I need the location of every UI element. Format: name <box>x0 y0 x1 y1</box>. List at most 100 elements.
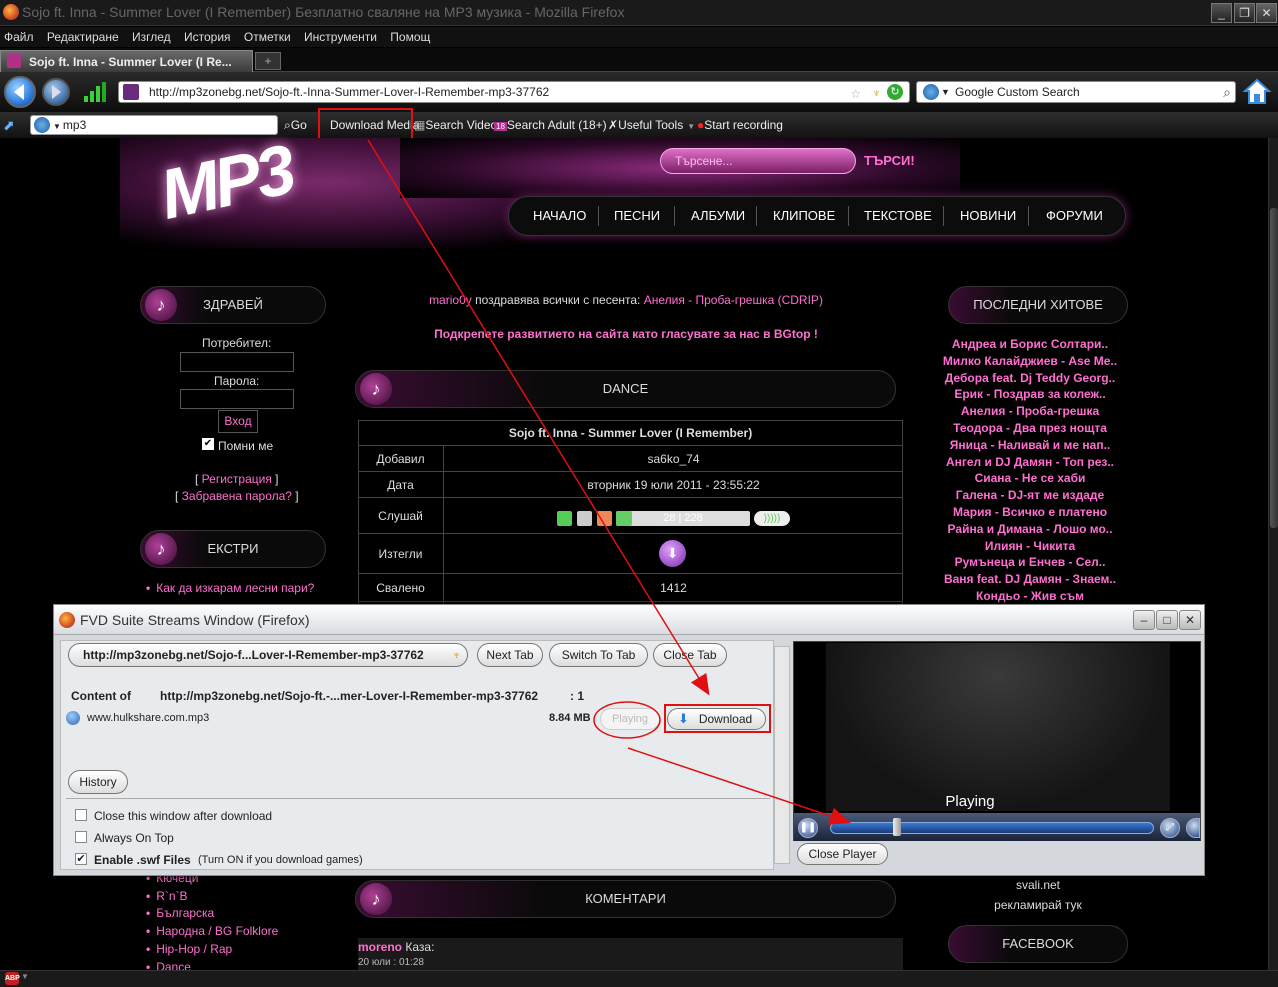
bookmark-star-icon[interactable]: ☆ <box>850 84 861 104</box>
next-tab-button[interactable]: Next Tab <box>477 643 543 667</box>
hit-link[interactable]: Ангел и DJ Дамян - Топ рез.. <box>935 455 1125 469</box>
category-link[interactable]: • Народна / BG Folklore <box>146 924 278 938</box>
fvd-toolbar-icon[interactable]: ♆ <box>872 83 881 103</box>
extras-link[interactable]: • Как да изкарам лесни пари? <box>146 581 314 595</box>
back-button[interactable] <box>4 76 36 108</box>
nav-albums[interactable]: АЛБУМИ <box>691 196 745 236</box>
hit-link[interactable]: Теодора - Два през нощта <box>935 421 1125 435</box>
toolbar-go-button[interactable]: ⌕Go <box>284 112 307 138</box>
fvd-minimize-button[interactable]: – <box>1133 610 1155 630</box>
close-tab-button[interactable]: Close Tab <box>653 643 727 667</box>
minimize-button[interactable]: _ <box>1211 3 1232 23</box>
playing-button[interactable]: Playing <box>600 708 660 730</box>
menu-help[interactable]: Помощ <box>390 30 430 44</box>
fvd-close-button[interactable]: ✕ <box>1179 610 1201 630</box>
maximize-button[interactable]: ❐ <box>1234 3 1255 23</box>
history-button[interactable]: History <box>68 770 128 794</box>
remember-checkbox[interactable]: ✔ <box>202 438 214 450</box>
toolbar-search-input[interactable]: ▼ mp3 <box>30 115 278 135</box>
play-icon[interactable] <box>557 511 572 526</box>
nav-home[interactable]: НАЧАЛО <box>533 196 586 236</box>
menu-tools[interactable]: Инструменти <box>304 30 377 44</box>
home-button[interactable] <box>1242 76 1272 106</box>
player-fullscreen-button[interactable]: ⤢ <box>1160 818 1180 838</box>
password-input[interactable] <box>180 389 294 409</box>
hit-link[interactable]: Дебора feat. Dj Teddy Georg.. <box>935 371 1125 385</box>
hit-link[interactable]: Кондьо - Жив съм <box>935 589 1125 603</box>
nav-videos[interactable]: КЛИПОВЕ <box>773 196 835 236</box>
menu-view[interactable]: Изглед <box>132 30 171 44</box>
hit-link[interactable]: Мария - Всичко е платено <box>935 505 1125 519</box>
search-video-button[interactable]: ▦Search Video <box>414 112 497 138</box>
close-player-button[interactable]: Close Player <box>797 843 888 865</box>
new-tab-button[interactable]: + <box>255 52 281 70</box>
svali-link[interactable]: svali.net <box>980 878 1096 892</box>
menu-edit[interactable]: Редактиране <box>47 30 119 44</box>
always-on-top-checkbox[interactable] <box>75 831 87 843</box>
forward-button[interactable] <box>42 78 70 106</box>
search-engine-box[interactable]: ▼ Google Custom Search ⌕ <box>916 81 1236 103</box>
song-progress-bar[interactable]: 28 | 228 <box>616 511 750 526</box>
hit-link[interactable]: Андреа и Борис Солтари.. <box>935 337 1125 351</box>
close-after-download-checkbox[interactable] <box>75 809 87 821</box>
category-link[interactable]: • Dance <box>146 960 191 970</box>
player-seek-handle[interactable] <box>893 818 901 836</box>
nav-lyrics[interactable]: ТЕКСТОВЕ <box>864 196 932 236</box>
nav-news[interactable]: НОВИНИ <box>960 196 1016 236</box>
hit-link[interactable]: Галена - DJ-ят ме издаде <box>935 488 1125 502</box>
category-link[interactable]: • Българска <box>146 906 214 920</box>
hit-link[interactable]: Сиана - Не се хаби <box>935 471 1125 485</box>
hit-link[interactable]: Ваня feat. DJ Дамян - Знаем.. <box>935 572 1125 586</box>
scrollbar-thumb[interactable] <box>1270 208 1278 528</box>
fvd-url-field[interactable]: http://mp3zonebg.net/Sojo-f...Lover-I-Re… <box>68 643 468 667</box>
hit-link[interactable]: Яница - Наливай и ме нап.. <box>935 438 1125 452</box>
greeting-song-link[interactable]: Анелия - Проба-грешка (CDRIP) <box>644 293 823 307</box>
fvd-maximize-button[interactable]: □ <box>1156 610 1178 630</box>
player-pause-button[interactable]: ❚❚ <box>798 818 818 838</box>
advertise-link[interactable]: рекламирай тук <box>975 898 1101 912</box>
hit-link[interactable]: Румънеца и Енчев - Сел.. <box>935 555 1125 569</box>
uploader-link[interactable]: sa6ko_74 <box>444 452 903 466</box>
useful-tools-button[interactable]: ✗Useful Tools ▼ <box>608 112 695 138</box>
site-search-input[interactable]: Търсене... <box>660 148 856 174</box>
switch-to-tab-button[interactable]: Switch To Tab <box>549 643 648 667</box>
login-button[interactable]: Вход <box>218 410 258 433</box>
hit-link[interactable]: Анелия - Проба-грешка <box>935 404 1125 418</box>
stop-icon[interactable] <box>597 511 612 526</box>
username-input[interactable] <box>180 352 294 372</box>
support-link[interactable]: Подкрепете развитието на сайта като глас… <box>356 327 896 341</box>
search-adult-button[interactable]: 18 Search Adult (18+) <box>494 112 607 138</box>
search-icon[interactable]: ⌕ <box>1223 82 1231 102</box>
player-seek-bar[interactable] <box>830 822 1154 834</box>
address-bar[interactable]: http://mp3zonebg.net/Sojo-ft.-Inna-Summe… <box>118 81 910 103</box>
menu-file[interactable]: Файл <box>4 30 34 44</box>
adblock-icon[interactable]: ABP <box>5 972 20 985</box>
menu-bookmarks[interactable]: Отметки <box>244 30 291 44</box>
enable-swf-checkbox[interactable]: ✔ <box>75 853 87 865</box>
register-link[interactable]: Регистрация <box>202 472 272 486</box>
nav-forums[interactable]: ФОРУМИ <box>1046 196 1103 236</box>
chevron-down-icon[interactable]: ▼ <box>21 972 29 981</box>
download-button[interactable]: ⬇ Download <box>667 708 766 730</box>
chevron-down-icon[interactable]: ▼ <box>53 122 61 131</box>
pause-icon[interactable] <box>577 511 592 526</box>
category-link[interactable]: • Hip-Hop / Rap <box>146 942 232 956</box>
hit-link[interactable]: Райна и Димана - Лошо мо.. <box>935 522 1125 536</box>
forgot-password-link[interactable]: Забравена парола? <box>182 489 292 503</box>
hit-link[interactable]: Милко Калайджиев - Ase Me.. <box>935 354 1125 368</box>
nav-songs[interactable]: ПЕСНИ <box>614 196 660 236</box>
start-recording-button[interactable]: ●Start recording <box>697 112 783 138</box>
menu-history[interactable]: История <box>184 30 231 44</box>
page-scrollbar[interactable] <box>1268 138 1278 970</box>
site-search-button[interactable]: ТЪРСИ! <box>864 148 915 174</box>
volume-icon[interactable]: ))))) <box>754 511 790 526</box>
tab-active[interactable]: Sojo ft. Inna - Summer Lover (I Re... <box>0 50 253 72</box>
reload-icon[interactable]: ↻ <box>887 84 903 100</box>
fvd-logo-icon[interactable]: ⬈ <box>3 117 21 133</box>
download-icon[interactable]: ⬇ <box>659 540 686 567</box>
greeting-user-link[interactable]: mario0y <box>429 293 472 307</box>
hit-link[interactable]: Илиян - Чикита <box>935 539 1125 553</box>
chevron-down-icon[interactable]: ▼ <box>941 82 950 102</box>
hit-link[interactable]: Ерик - Поздрав за колеж.. <box>935 387 1125 401</box>
category-link[interactable]: • R`n`B <box>146 889 188 903</box>
